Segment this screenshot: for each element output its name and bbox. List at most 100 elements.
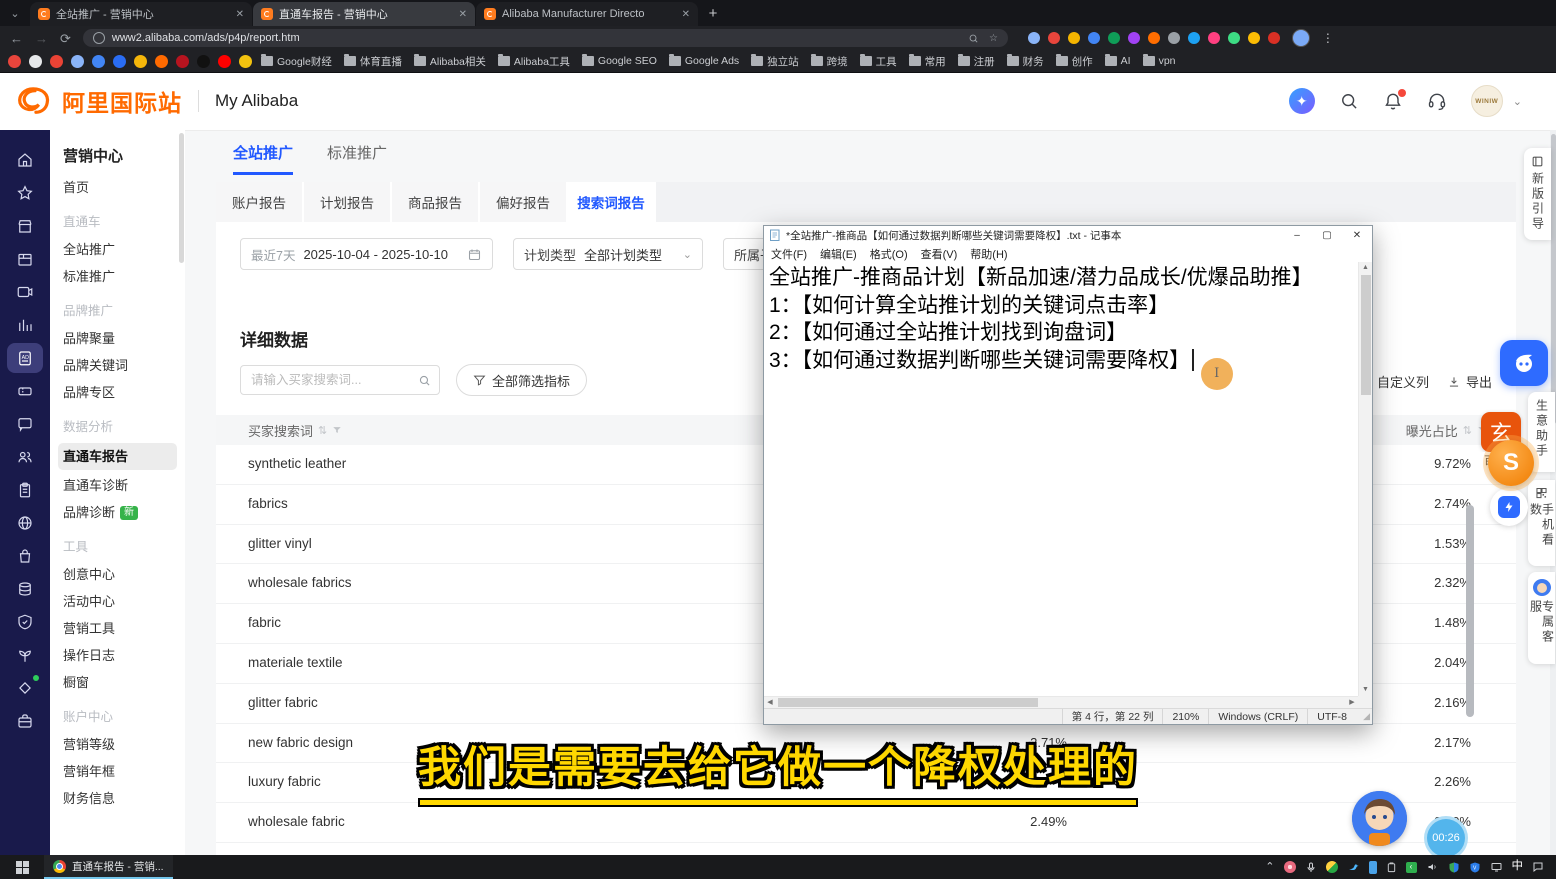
tray-bird-icon[interactable] (1347, 861, 1360, 873)
menu-item[interactable]: 文件(F) (771, 246, 807, 262)
sidebar-item[interactable]: 数据分析 (50, 414, 185, 441)
resize-grip[interactable]: ◢ (1356, 711, 1372, 722)
scroll-down-icon[interactable]: ▼ (1359, 684, 1372, 696)
rail-coupon-icon[interactable] (7, 376, 43, 406)
report-tab[interactable]: 商品报告 (392, 182, 480, 222)
alibaba-logo[interactable]: 阿里国际站 (16, 84, 182, 118)
bookmark-folder[interactable]: Alibaba工具 (498, 54, 570, 69)
menu-item[interactable]: 帮助(H) (970, 246, 1007, 262)
sidebar-item[interactable]: 工具 (50, 534, 185, 561)
user-avatar[interactable]: WINIW (1471, 85, 1503, 117)
quick-action-button[interactable] (1490, 488, 1528, 526)
tab-close-icon[interactable]: ✕ (236, 9, 244, 20)
notepad-titlebar[interactable]: *全站推广-推商品【如何通过数据判断哪些关键词需要降权】.txt - 记事本 –… (764, 226, 1372, 245)
membership-coin-icon[interactable]: ✦ (1289, 88, 1315, 114)
rail-procurement-icon[interactable] (7, 541, 43, 571)
extension-icon[interactable] (1128, 32, 1140, 44)
tab-close-icon[interactable]: ✕ (459, 9, 467, 20)
bookmark-folder[interactable]: Google财经 (261, 54, 332, 69)
search-input[interactable] (249, 372, 412, 388)
browser-tab[interactable]: Alibaba Manufacturer Directo ✕ (476, 2, 698, 26)
bookmark-folder[interactable]: vpn (1143, 55, 1176, 67)
search-icon[interactable] (418, 374, 431, 387)
bookmark-star-icon[interactable]: ☆ (989, 33, 998, 44)
extension-icon[interactable] (1068, 32, 1080, 44)
bookmark-folder[interactable]: Google Ads (669, 55, 739, 67)
sidebar-item[interactable]: 直通车诊断 (50, 472, 185, 499)
report-tab[interactable]: 计划报告 (304, 182, 392, 222)
defender-icon[interactable] (1448, 861, 1460, 874)
tray-green-icon[interactable]: ‹ (1406, 862, 1417, 873)
bookmark-folder[interactable]: AI (1105, 55, 1131, 67)
bookmark-favicon[interactable] (29, 55, 42, 68)
extension-icon[interactable] (1228, 32, 1240, 44)
menu-item[interactable]: 格式(O) (870, 246, 908, 262)
bookmark-favicon[interactable] (71, 55, 84, 68)
bookmark-folder[interactable]: 注册 (958, 54, 995, 69)
site-info-icon[interactable] (93, 32, 105, 44)
tab-search-icon[interactable]: ⌄ (0, 0, 30, 26)
rail-favorites-icon[interactable] (7, 178, 43, 208)
tray-flower-icon[interactable] (1284, 861, 1296, 873)
sidebar-item[interactable]: 标准推广 (50, 263, 185, 290)
bookmark-favicon[interactable] (134, 55, 147, 68)
display-icon[interactable] (1490, 861, 1503, 873)
report-tab[interactable]: 搜索词报告 (568, 182, 656, 222)
user-chevron-icon[interactable]: ⌄ (1513, 95, 1522, 108)
browser-menu-icon[interactable]: ⋮ (1322, 31, 1334, 45)
rail-orders-icon[interactable] (7, 475, 43, 505)
zoom-icon[interactable] (968, 33, 979, 44)
sidebar-item[interactable]: 账户中心 (50, 704, 185, 731)
bookmark-folder[interactable]: 跨境 (811, 54, 848, 69)
address-bar[interactable]: www2.alibaba.com/ads/p4p/report.htm ☆ (83, 29, 1008, 47)
bookmark-folder[interactable]: 体育直播 (344, 54, 402, 69)
bookmark-folder[interactable]: 创作 (1056, 54, 1093, 69)
rail-ads-icon[interactable]: AD (7, 343, 43, 373)
forward-icon[interactable]: → (35, 32, 48, 45)
rail-messages-icon[interactable] (7, 409, 43, 439)
bookmark-favicon[interactable] (50, 55, 63, 68)
rail-home-icon[interactable] (7, 145, 43, 175)
bookmark-folder[interactable]: 常用 (909, 54, 946, 69)
extension-icon[interactable] (1048, 32, 1060, 44)
sidebar-scrollbar[interactable] (179, 133, 184, 263)
plan-type-select[interactable]: 计划类型 全部计划类型 ⌄ (513, 238, 703, 270)
rail-store-icon[interactable] (7, 211, 43, 241)
extension-icon[interactable] (1188, 32, 1200, 44)
promotion-tab[interactable]: 全站推广 (233, 142, 293, 175)
bookmark-favicon[interactable] (239, 55, 252, 68)
sidebar-item[interactable]: 品牌专区 (50, 379, 185, 406)
minimize-icon[interactable]: – (1282, 226, 1312, 245)
bookmark-folder[interactable]: Google SEO (582, 55, 657, 67)
export-button[interactable]: 导出 (1447, 372, 1492, 391)
page-scrollbar-thumb[interactable] (1551, 134, 1556, 424)
bookmark-folder[interactable]: 财务 (1007, 54, 1044, 69)
extension-icon[interactable] (1208, 32, 1220, 44)
vertical-scroll-thumb[interactable] (1361, 275, 1371, 395)
sidebar-item[interactable]: 品牌聚量 (50, 325, 185, 352)
sidebar-item[interactable]: 直通车 (50, 209, 185, 236)
rail-products-icon[interactable] (7, 244, 43, 274)
profile-avatar[interactable] (1292, 29, 1310, 47)
bookmark-favicon[interactable] (218, 55, 231, 68)
date-range-picker[interactable]: 最近7天 2025-10-04 - 2025-10-10 (240, 238, 493, 270)
browser-tab[interactable]: 直通车报告 - 营销中心 ✕ (253, 2, 475, 26)
tab-close-icon[interactable]: ✕ (682, 9, 690, 20)
url-text[interactable]: www2.alibaba.com/ads/p4p/report.htm (112, 32, 300, 44)
tray-expand-icon[interactable]: ⌃ (1265, 862, 1274, 873)
support-headset-icon[interactable] (1427, 91, 1447, 111)
notification-center-icon[interactable] (1532, 861, 1544, 873)
promotion-tab[interactable]: 标准推广 (327, 142, 387, 175)
maximize-icon[interactable]: ▢ (1312, 226, 1342, 245)
mobile-data-card[interactable]: 手机看数 (1528, 480, 1555, 566)
extension-icon[interactable] (1088, 32, 1100, 44)
bookmark-favicon[interactable] (92, 55, 105, 68)
sidebar-item[interactable]: 创意中心 (50, 561, 185, 588)
sidebar-item[interactable]: 首页 (50, 174, 185, 201)
sidebar-item[interactable]: 品牌推广 (50, 298, 185, 325)
report-tab[interactable]: 偏好报告 (480, 182, 568, 222)
ai-assistant-button[interactable] (1500, 340, 1548, 386)
new-tab-button[interactable]: + (699, 1, 727, 26)
sidebar-item[interactable]: 营销工具 (50, 615, 185, 642)
rail-customers-icon[interactable] (7, 442, 43, 472)
